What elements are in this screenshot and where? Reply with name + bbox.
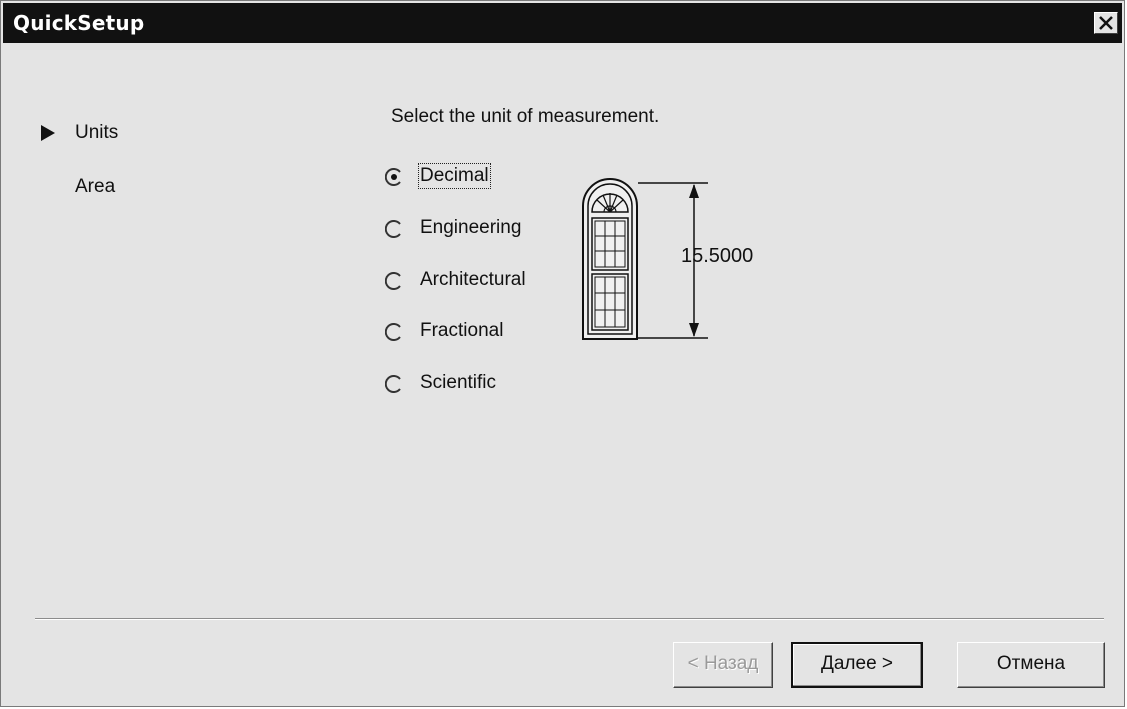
radio-decimal-label: Decimal [418,163,491,189]
close-icon [1099,16,1113,30]
radio-unselected-icon [385,272,401,290]
radio-decimal[interactable]: Decimal [385,163,515,193]
cancel-button[interactable]: Отмена [957,642,1105,688]
separator [35,618,1104,620]
radio-engineering-label: Engineering [420,217,522,238]
radio-architectural[interactable]: Architectural [385,267,545,297]
dimension-value: 15.5000 [681,245,754,267]
radio-unselected-icon [385,323,401,341]
nav-item-units[interactable]: Units [75,122,118,144]
radio-fractional-label: Fractional [420,320,504,341]
triangle-right-icon [41,125,55,141]
next-button[interactable]: Далее > [791,642,923,688]
radio-unselected-icon [385,220,401,238]
radio-fractional[interactable]: Fractional [385,318,525,348]
title-bar: QuickSetup [3,3,1122,43]
back-button[interactable]: < Назад [673,642,773,688]
units-prompt: Select the unit of measurement. [391,106,660,127]
radio-engineering[interactable]: Engineering [385,215,545,245]
window-title: QuickSetup [13,11,145,35]
radio-selected-icon [385,168,401,186]
quicksetup-dialog: QuickSetup Units Area Select the unit of… [0,0,1125,707]
radio-unselected-icon [385,375,401,393]
radio-scientific[interactable]: Scientific [385,370,525,400]
close-button[interactable] [1094,12,1118,34]
radio-architectural-label: Architectural [420,269,526,290]
radio-scientific-label: Scientific [420,372,497,393]
nav-item-area[interactable]: Area [75,176,115,198]
